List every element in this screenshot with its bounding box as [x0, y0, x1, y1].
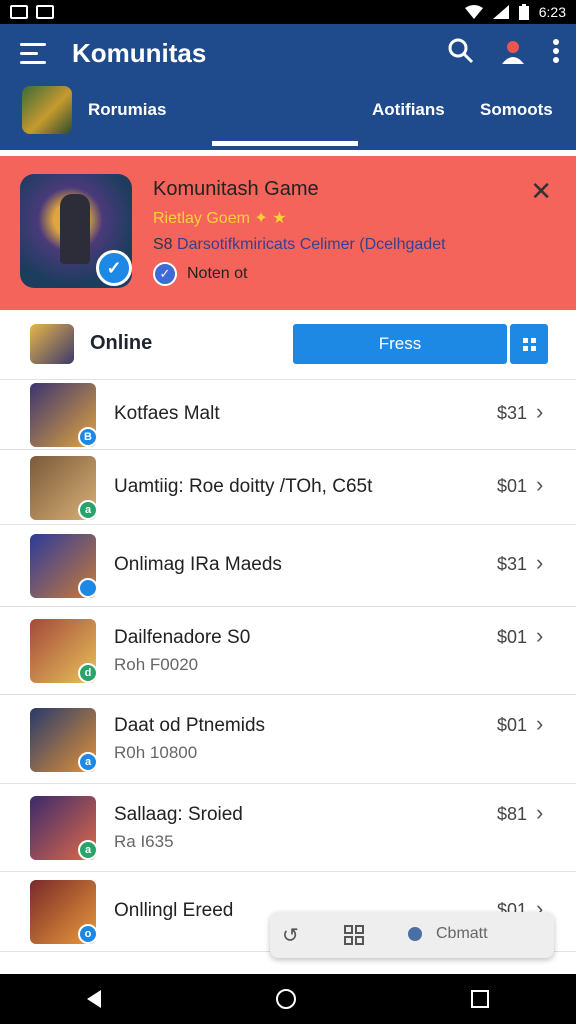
list-item[interactable]: Onlimag IRa Maeds $31 ›	[0, 525, 576, 607]
chevron-right-icon[interactable]: ›	[536, 623, 543, 649]
item-title: Daat od Ptnemids	[114, 715, 266, 736]
banner-desc-text: Darsotifkmiricats Celimer (Dcelhgadet	[177, 236, 446, 253]
list-item[interactable]: a Uamtiig: Roe doitty /TOh, C65t $01 ›	[0, 450, 576, 525]
status-bar: 6:23	[0, 0, 576, 24]
item-price: $81	[497, 804, 528, 824]
item-price: $01	[497, 715, 528, 735]
image-notification-icon	[10, 5, 28, 19]
search-icon[interactable]	[448, 38, 474, 64]
active-tab-indicator	[212, 141, 358, 146]
platform-badge-icon	[78, 578, 98, 598]
page-title: Komunitas	[72, 38, 207, 68]
banner-title: Komunitash Game	[153, 178, 319, 200]
chevron-right-icon[interactable]: ›	[536, 800, 543, 826]
gallery-notification-icon	[36, 5, 54, 19]
status-right: 6:23	[464, 4, 566, 20]
item-price: $01	[497, 476, 528, 496]
community-avatar[interactable]	[22, 86, 72, 134]
notification-icons	[10, 5, 54, 19]
refresh-icon[interactable]: ↺	[282, 923, 299, 948]
platform-badge-icon: d	[78, 663, 98, 683]
item-title: Kotfaes Malt	[114, 403, 220, 424]
chevron-right-icon[interactable]: ›	[536, 550, 543, 576]
verified-icon: ✓	[153, 262, 177, 286]
home-icon[interactable]	[275, 989, 296, 1009]
list-item[interactable]: a Sallaag: Sroied Ra I635 $81 ›	[0, 784, 576, 872]
platform-badge-icon: a	[78, 752, 98, 772]
item-title: Onlimag IRa Maeds	[114, 554, 282, 575]
online-label: Online	[90, 332, 153, 354]
chat-button[interactable]: Cbmatt	[436, 925, 488, 943]
toolbar: Komunitas	[0, 24, 576, 84]
platform-badge-icon: B	[78, 427, 98, 447]
system-nav-bar	[0, 974, 576, 1024]
banner-subtitle: Rietlay Goem ✦ ★	[153, 210, 287, 227]
apps-icon[interactable]	[344, 925, 364, 945]
platform-badge-icon: o	[78, 924, 98, 944]
platform-badge-icon: a	[78, 840, 98, 860]
item-subtitle: R0h 10800	[114, 743, 198, 762]
banner-note: ✓ Noten ot	[153, 262, 247, 286]
clock: 6:23	[538, 4, 566, 20]
item-title: Dailfenadore S0	[114, 627, 251, 648]
chevron-right-icon[interactable]: ›	[536, 711, 543, 737]
signal-icon	[492, 5, 509, 19]
item-subtitle: Ra I635	[114, 832, 174, 851]
list-item[interactable]: B Kotfaes Malt $31 ›	[0, 380, 576, 450]
fress-button[interactable]: Fress	[293, 324, 507, 364]
profile-icon[interactable]	[500, 38, 526, 64]
banner-description: S8 Darsotifkmiricats Celimer (Dcelhgadet	[153, 236, 446, 254]
item-subtitle: Roh F0020	[114, 655, 199, 674]
banner-desc-prefix: S8	[153, 236, 173, 253]
banner-note-text: Noten ot	[187, 265, 248, 282]
item-price: $01	[497, 627, 528, 647]
item-title: Onllingl Ereed	[114, 900, 234, 921]
floating-action-bar: ↺ Cbmatt	[270, 912, 554, 958]
online-avatar	[30, 324, 74, 364]
featured-banner[interactable]: Komunitash Game Rietlay Goem ✦ ★ S8 Dars…	[0, 156, 576, 310]
tab-rorumias[interactable]: Rorumias	[88, 100, 166, 120]
wifi-icon	[464, 5, 483, 19]
recents-icon[interactable]	[470, 990, 489, 1008]
item-price: $31	[497, 554, 528, 574]
item-title: Sallaag: Sroied	[114, 804, 243, 825]
app-bar: Komunitas Rorumias Aotifians Somoots	[0, 24, 576, 150]
chat-icon	[408, 927, 422, 941]
online-section: Online Fress	[0, 310, 576, 380]
chevron-right-icon[interactable]: ›	[536, 399, 543, 425]
item-title: Uamtiig: Roe doitty /TOh, C65t	[114, 476, 373, 497]
more-options-icon[interactable]	[552, 39, 560, 63]
battery-icon	[518, 4, 529, 20]
list-item[interactable]: a Daat od Ptnemids R0h 10800 $01 ›	[0, 695, 576, 784]
check-badge-icon: ✓	[96, 250, 132, 286]
list-item[interactable]: d Dailfenadore S0 Roh F0020 $01 ›	[0, 607, 576, 695]
toolbar-actions	[448, 38, 560, 64]
item-price: $31	[497, 403, 528, 423]
back-icon[interactable]	[87, 990, 102, 1008]
tab-somoots[interactable]: Somoots	[480, 100, 553, 120]
menu-icon[interactable]	[20, 43, 46, 65]
platform-badge-icon: a	[78, 500, 98, 520]
tab-bar: Rorumias Aotifians Somoots	[0, 84, 576, 150]
chevron-right-icon[interactable]: ›	[536, 472, 543, 498]
tab-aotifians[interactable]: Aotifians	[372, 100, 445, 120]
close-icon[interactable]: ✕	[530, 178, 552, 204]
grid-view-button[interactable]	[510, 324, 548, 364]
grid-icon	[522, 337, 536, 351]
